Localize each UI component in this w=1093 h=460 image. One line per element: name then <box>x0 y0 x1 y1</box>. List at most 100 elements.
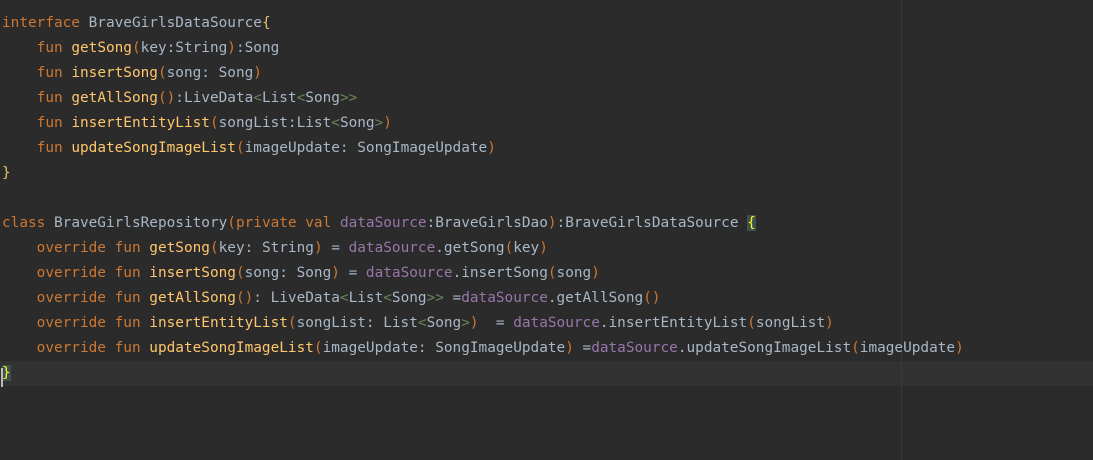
code-token: getAllSong <box>71 90 158 106</box>
code-token: ( <box>209 240 219 256</box>
code-token: updateSongImageList <box>71 140 236 156</box>
code-token: imageUpdate: SongImageUpdate <box>322 340 566 356</box>
code-token: fun <box>36 65 63 81</box>
code-token: ( <box>747 315 756 331</box>
code-token: ( <box>131 40 141 56</box>
code-token: >> <box>339 90 358 106</box>
code-token: ( <box>157 65 167 81</box>
code-token: songList: List <box>296 315 418 331</box>
code-line[interactable]: override fun insertEntityList(songList: … <box>2 311 964 336</box>
code-token: () <box>643 290 661 306</box>
code-token: () <box>235 290 254 306</box>
code-token: .updateSongImageList <box>677 340 852 356</box>
code-token: ) <box>331 265 340 281</box>
code-line[interactable]: fun getSong(key:String):Song <box>2 36 964 61</box>
code-token: song: Song <box>166 65 254 81</box>
code-token: ) <box>539 240 548 256</box>
code-token: getSong <box>71 40 132 56</box>
code-token: = <box>443 290 462 306</box>
code-token: < <box>296 90 306 106</box>
code-token: ) <box>469 315 479 331</box>
code-token: song: Song <box>244 265 332 281</box>
code-line[interactable]: } <box>2 161 964 186</box>
code-token: ( <box>287 315 297 331</box>
code-token: songList <box>755 315 826 331</box>
code-token: Song <box>391 290 427 306</box>
code-token: BraveGirlsDataSource <box>79 15 262 31</box>
code-line[interactable]: fun updateSongImageList(imageUpdate: Son… <box>2 136 964 161</box>
code-token: ( <box>235 140 245 156</box>
code-line[interactable]: class BraveGirlsRepository(private val d… <box>2 211 964 236</box>
code-token: .insertSong <box>452 265 548 281</box>
code-token: .getAllSong <box>547 290 644 306</box>
code-token: fun <box>36 115 63 131</box>
code-token: = <box>573 340 592 356</box>
code-line[interactable]: override fun updateSongImageList(imageUp… <box>2 336 964 361</box>
code-token: dataSource <box>339 215 427 231</box>
code-line[interactable]: fun getAllSong():LiveData<List<Song>> <box>2 86 964 111</box>
code-token: ) <box>591 265 600 281</box>
code-token: .insertEntityList <box>599 315 748 331</box>
code-token: ( <box>851 340 860 356</box>
code-token: ( <box>227 215 236 231</box>
code-token: imageUpdate: SongImageUpdate <box>244 140 488 156</box>
code-token: List <box>261 90 297 106</box>
code-line[interactable]: override fun getSong(key: String) = data… <box>2 236 964 261</box>
code-line[interactable]: fun insertEntityList(songList:List<Song>… <box>2 111 964 136</box>
code-token: < <box>339 290 349 306</box>
code-line[interactable]: fun insertSong(song: Song) <box>2 61 964 86</box>
code-line[interactable]: } <box>1 361 964 387</box>
code-token: Song <box>426 315 462 331</box>
code-token: key:String <box>140 40 228 56</box>
code-area[interactable]: interface BraveGirlsDataSource{ fun getS… <box>1 11 964 387</box>
code-token: key: String <box>218 240 314 256</box>
code-line[interactable] <box>2 186 964 211</box>
code-token: ) <box>825 315 834 331</box>
code-token: >> <box>426 290 444 306</box>
text-caret <box>1 368 3 387</box>
code-token: ( <box>209 115 219 131</box>
code-token: = <box>339 265 366 281</box>
code-token: class <box>2 215 46 231</box>
code-token: updateSongImageList <box>149 340 314 356</box>
code-token: dataSource <box>348 240 436 256</box>
code-token: { <box>747 215 756 231</box>
code-token: dataSource <box>365 265 453 281</box>
code-token: ) <box>253 65 262 81</box>
code-editor[interactable]: interface BraveGirlsDataSource{ fun getS… <box>0 0 1093 460</box>
code-token: override fun <box>36 290 141 306</box>
code-token: BraveGirlsRepository <box>45 215 228 231</box>
code-token: ) <box>487 140 496 156</box>
code-token: dataSource <box>591 340 678 356</box>
code-line[interactable]: interface BraveGirlsDataSource{ <box>2 11 964 36</box>
code-token: < <box>253 90 262 106</box>
code-token: fun <box>36 90 63 106</box>
code-line[interactable]: override fun getAllSong(): LiveData<List… <box>2 286 964 311</box>
code-token: ( <box>547 265 557 281</box>
code-token: override fun <box>36 265 141 281</box>
code-token: private val <box>235 215 332 231</box>
code-token: ) <box>383 115 392 131</box>
code-token: ( <box>235 265 245 281</box>
code-token: < <box>331 115 340 131</box>
code-token: ) <box>955 340 964 356</box>
code-line[interactable]: override fun insertSong(song: Song) = da… <box>2 261 964 286</box>
code-token: insertEntityList <box>71 115 210 131</box>
code-token: :Song <box>235 40 280 56</box>
code-token: imageUpdate <box>859 340 956 356</box>
code-token: insertSong <box>149 265 236 281</box>
